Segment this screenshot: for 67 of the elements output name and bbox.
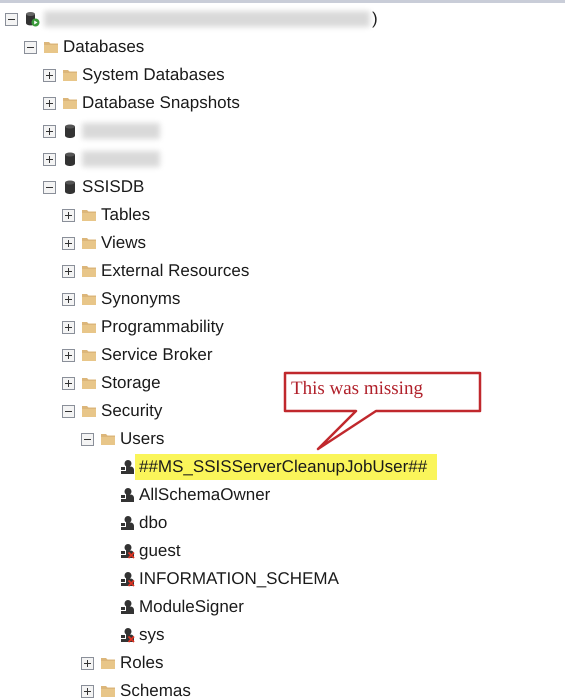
expander-icon[interactable] bbox=[24, 40, 37, 54]
tree-item[interactable]: INFORMATION_SCHEMA bbox=[139, 566, 343, 592]
expander-icon[interactable] bbox=[43, 180, 56, 194]
callout-text: This was missing bbox=[291, 378, 423, 400]
folder-icon bbox=[62, 95, 78, 111]
tree-item[interactable]: Database Snapshots bbox=[82, 90, 244, 116]
tree-item[interactable]: Synonyms bbox=[101, 286, 184, 312]
folder-icon bbox=[81, 319, 97, 335]
expander-icon[interactable] bbox=[43, 96, 56, 110]
tree-item[interactable]: Storage bbox=[101, 370, 165, 396]
tree-item[interactable]: ModuleSigner bbox=[139, 594, 248, 620]
expander-icon[interactable] bbox=[62, 348, 75, 362]
tree-item[interactable]: System Databases bbox=[82, 62, 229, 88]
expander-icon[interactable] bbox=[5, 12, 18, 26]
folder-icon bbox=[81, 207, 97, 223]
tree-item[interactable]: ) bbox=[372, 6, 382, 32]
disabled-user-icon bbox=[119, 571, 135, 587]
expander-icon[interactable] bbox=[62, 292, 75, 306]
folder-icon bbox=[81, 347, 97, 363]
tree-item[interactable]: Views bbox=[101, 230, 150, 256]
tree-item[interactable]: Roles bbox=[120, 650, 168, 676]
tree-item[interactable]: SSISDB bbox=[82, 174, 148, 200]
expander-icon[interactable] bbox=[62, 376, 75, 390]
database-icon bbox=[62, 151, 78, 167]
database-icon bbox=[62, 123, 78, 139]
folder-icon bbox=[100, 683, 116, 699]
tree-item[interactable]: Programmability bbox=[101, 314, 228, 340]
folder-icon bbox=[62, 67, 78, 83]
tree-item[interactable]: dbo bbox=[139, 510, 172, 536]
expander-icon[interactable] bbox=[81, 684, 94, 698]
user-icon bbox=[119, 459, 135, 475]
folder-icon bbox=[81, 235, 97, 251]
user-icon bbox=[119, 487, 135, 503]
tree-item[interactable]: AllSchemaOwner bbox=[139, 482, 274, 508]
expander-icon[interactable] bbox=[62, 320, 75, 334]
tree-item[interactable]: ##MS_SSISServerCleanupJobUser## bbox=[135, 454, 438, 480]
expander-icon[interactable] bbox=[43, 152, 56, 166]
expander-icon[interactable] bbox=[62, 404, 75, 418]
tree-item[interactable]: sys bbox=[139, 622, 168, 648]
user-icon bbox=[119, 599, 135, 615]
disabled-user-icon bbox=[119, 543, 135, 559]
expander-icon[interactable] bbox=[62, 236, 75, 250]
server-icon bbox=[24, 11, 40, 27]
tree-item[interactable]: External Resources bbox=[101, 258, 254, 284]
folder-icon bbox=[81, 263, 97, 279]
expander-icon[interactable] bbox=[43, 68, 56, 82]
tree-item[interactable]: Security bbox=[101, 398, 166, 424]
folder-icon bbox=[81, 403, 97, 419]
folder-icon bbox=[100, 431, 116, 447]
disabled-user-icon bbox=[119, 627, 135, 643]
tree-item[interactable]: Schemas bbox=[120, 678, 195, 699]
tree-item[interactable]: Databases bbox=[63, 34, 148, 60]
folder-icon bbox=[43, 39, 59, 55]
tree-item[interactable]: Service Broker bbox=[101, 342, 216, 368]
folder-icon bbox=[81, 291, 97, 307]
database-icon bbox=[62, 179, 78, 195]
expander-icon[interactable] bbox=[62, 208, 75, 222]
tree-item[interactable]: guest bbox=[139, 538, 185, 564]
tree-item[interactable]: Users bbox=[120, 426, 168, 452]
folder-icon bbox=[100, 655, 116, 671]
tree-item[interactable]: Tables bbox=[101, 202, 154, 228]
expander-icon[interactable] bbox=[81, 432, 94, 446]
expander-icon[interactable] bbox=[43, 124, 56, 138]
folder-icon bbox=[81, 375, 97, 391]
expander-icon[interactable] bbox=[62, 264, 75, 278]
expander-icon[interactable] bbox=[81, 656, 94, 670]
user-icon bbox=[119, 515, 135, 531]
